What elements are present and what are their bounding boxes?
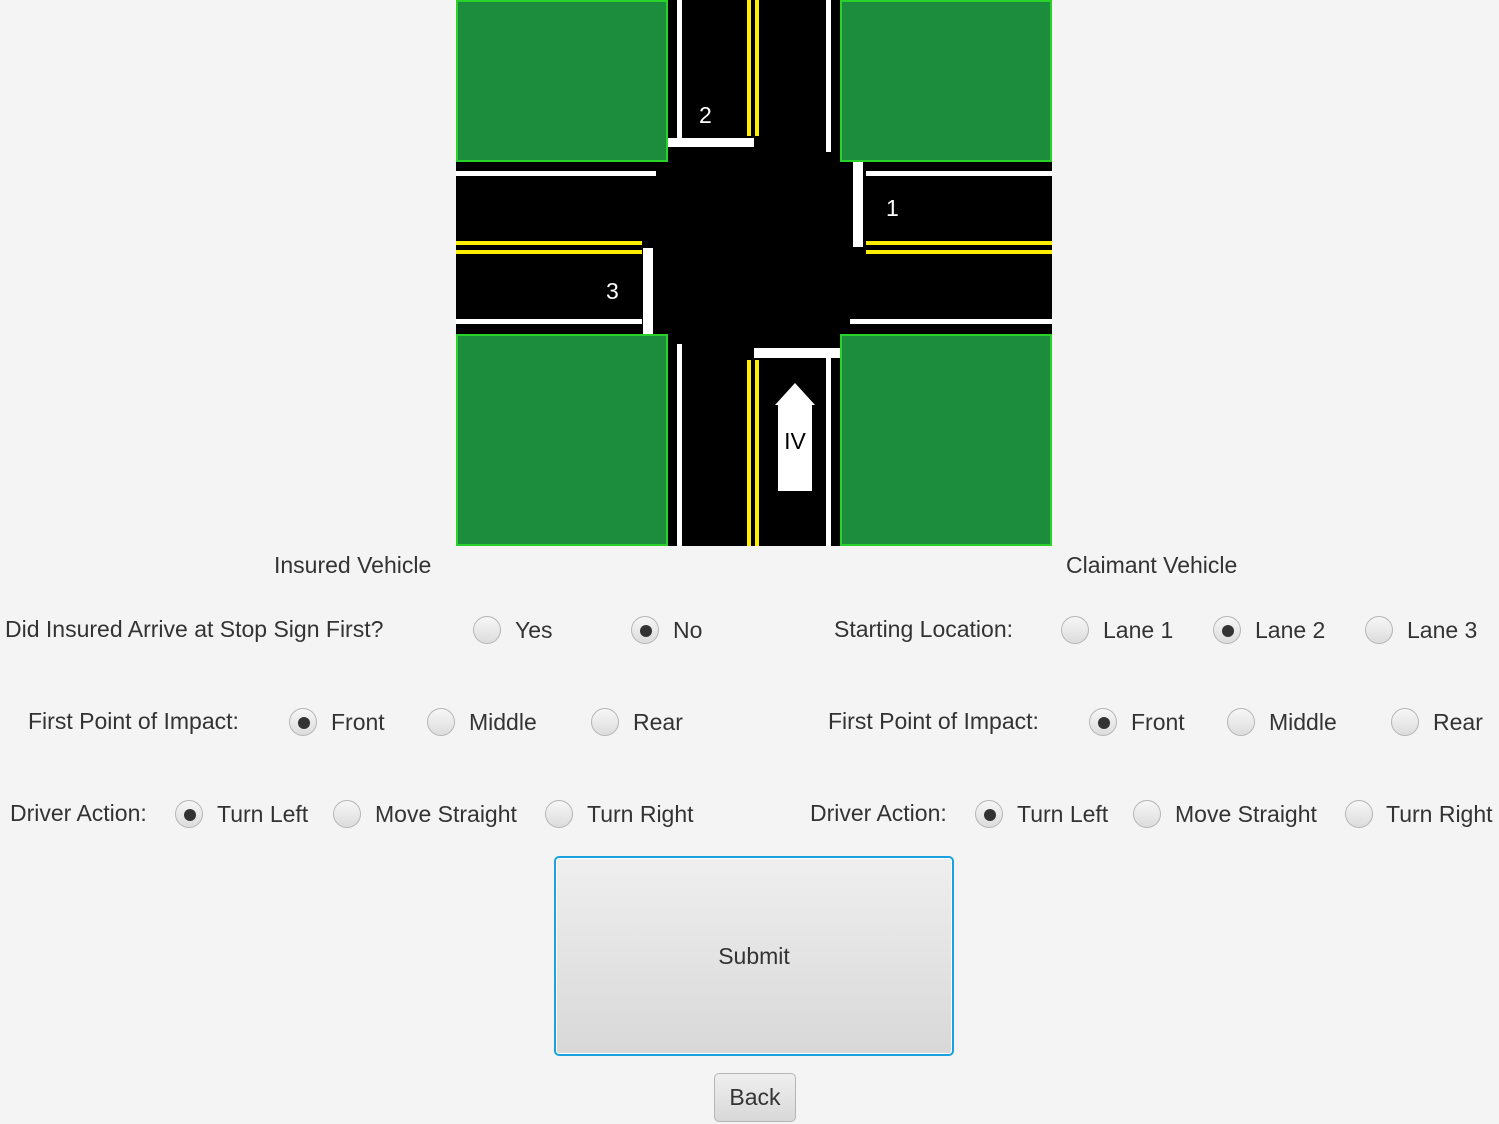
claimant-action-left-label: Turn Left	[1017, 800, 1109, 827]
submit-button[interactable]: Submit	[554, 856, 954, 1056]
insured-impact-rear-radio[interactable]: Rear	[591, 708, 683, 736]
claimant-impact-label: First Point of Impact:	[828, 708, 1039, 734]
north-center-line-a	[747, 0, 751, 136]
insured-impact-rear-label: Rear	[633, 708, 683, 735]
insured-impact-middle-radio[interactable]: Middle	[427, 708, 537, 736]
west-stop-line	[643, 248, 653, 334]
insured-action-straight-radio[interactable]: Move Straight	[333, 800, 517, 828]
lane-1-label: 1	[886, 195, 899, 221]
grass-bottom-right	[840, 334, 1052, 546]
radio-circle[interactable]	[1133, 800, 1161, 828]
grass-top-left	[456, 0, 668, 162]
radio-circle[interactable]	[427, 708, 455, 736]
east-edge-line-top	[866, 171, 1052, 176]
west-center-line-a	[456, 241, 642, 245]
lane-3-label: 3	[606, 278, 619, 304]
grass-top-right	[840, 0, 1052, 162]
insured-impact-label: First Point of Impact:	[28, 708, 239, 734]
claimant-impact-rear-label: Rear	[1433, 708, 1483, 735]
north-edge-line-right	[826, 0, 831, 152]
radio-circle[interactable]	[1365, 616, 1393, 644]
insured-action-right-label: Turn Right	[587, 800, 694, 827]
start-lane-1-label: Lane 1	[1103, 616, 1174, 643]
south-center-line-a	[747, 360, 751, 546]
claimant-action-right-label: Turn Right	[1386, 800, 1493, 827]
insured-vehicle-heading: Insured Vehicle	[274, 552, 432, 578]
south-edge-line-left	[677, 344, 682, 546]
east-center-line-b	[866, 250, 1052, 254]
stop-sign-yes-radio[interactable]: Yes	[473, 616, 553, 644]
stop-sign-no-label: No	[673, 616, 703, 643]
claimant-action-straight-label: Move Straight	[1175, 800, 1317, 827]
insured-impact-front-radio[interactable]: Front	[289, 708, 385, 736]
start-lane-3-radio[interactable]: Lane 3	[1365, 616, 1477, 644]
stop-sign-yes-label: Yes	[515, 616, 553, 643]
start-lane-2-label: Lane 2	[1255, 616, 1326, 643]
radio-circle[interactable]	[473, 616, 501, 644]
starting-location-label: Starting Location:	[834, 616, 1014, 642]
insured-action-right-radio[interactable]: Turn Right	[545, 800, 694, 828]
claimant-impact-front-label: Front	[1131, 708, 1185, 735]
west-center-line-b	[456, 250, 642, 254]
start-lane-2-radio[interactable]: Lane 2	[1213, 616, 1325, 644]
claimant-action-label: Driver Action:	[810, 800, 947, 826]
lane-2-label: 2	[699, 102, 712, 128]
south-center-line-b	[755, 360, 759, 546]
claimant-impact-middle-radio[interactable]: Middle	[1227, 708, 1337, 736]
insured-impact-front-label: Front	[331, 708, 385, 735]
radio-circle[interactable]	[1391, 708, 1419, 736]
claimant-impact-front-radio[interactable]: Front	[1089, 708, 1185, 736]
north-edge-line-left	[677, 0, 682, 140]
stop-sign-no-radio[interactable]: No	[631, 616, 702, 644]
north-stop-line	[668, 138, 754, 147]
claimant-action-right-radio[interactable]: Turn Right	[1345, 800, 1493, 828]
south-edge-line-right	[826, 358, 831, 546]
intersection-diagram: 2 1 3 IV	[456, 0, 1052, 546]
radio-circle[interactable]	[1061, 616, 1089, 644]
insured-action-left-radio[interactable]: Turn Left	[175, 800, 308, 828]
south-stop-line	[754, 348, 840, 358]
east-stop-line	[853, 162, 863, 247]
east-center-line-a	[866, 241, 1052, 245]
claimant-action-straight-radio[interactable]: Move Straight	[1133, 800, 1317, 828]
claimant-impact-rear-radio[interactable]: Rear	[1391, 708, 1483, 736]
radio-circle[interactable]	[175, 800, 203, 828]
west-edge-line-top	[456, 171, 656, 176]
radio-circle[interactable]	[631, 616, 659, 644]
radio-circle[interactable]	[975, 800, 1003, 828]
claimant-impact-middle-label: Middle	[1269, 708, 1337, 735]
radio-circle[interactable]	[1345, 800, 1373, 828]
radio-circle[interactable]	[1089, 708, 1117, 736]
start-lane-3-label: Lane 3	[1407, 616, 1478, 643]
radio-circle[interactable]	[289, 708, 317, 736]
radio-circle[interactable]	[1213, 616, 1241, 644]
radio-circle[interactable]	[591, 708, 619, 736]
insured-action-label: Driver Action:	[10, 800, 147, 826]
radio-circle[interactable]	[1227, 708, 1255, 736]
start-lane-1-radio[interactable]: Lane 1	[1061, 616, 1173, 644]
radio-circle[interactable]	[545, 800, 573, 828]
insured-action-left-label: Turn Left	[217, 800, 309, 827]
insured-action-straight-label: Move Straight	[375, 800, 517, 827]
back-button[interactable]: Back	[714, 1073, 796, 1122]
east-edge-line-bottom	[850, 319, 1052, 324]
grass-bottom-left	[456, 334, 668, 546]
claimant-vehicle-heading: Claimant Vehicle	[1066, 552, 1238, 578]
stop-sign-question: Did Insured Arrive at Stop Sign First?	[5, 616, 384, 642]
west-edge-line-bottom	[456, 319, 642, 324]
north-center-line-b	[755, 0, 759, 136]
claimant-action-left-radio[interactable]: Turn Left	[975, 800, 1108, 828]
insured-impact-middle-label: Middle	[469, 708, 537, 735]
radio-circle[interactable]	[333, 800, 361, 828]
insured-vehicle-marker-label: IV	[784, 428, 806, 454]
